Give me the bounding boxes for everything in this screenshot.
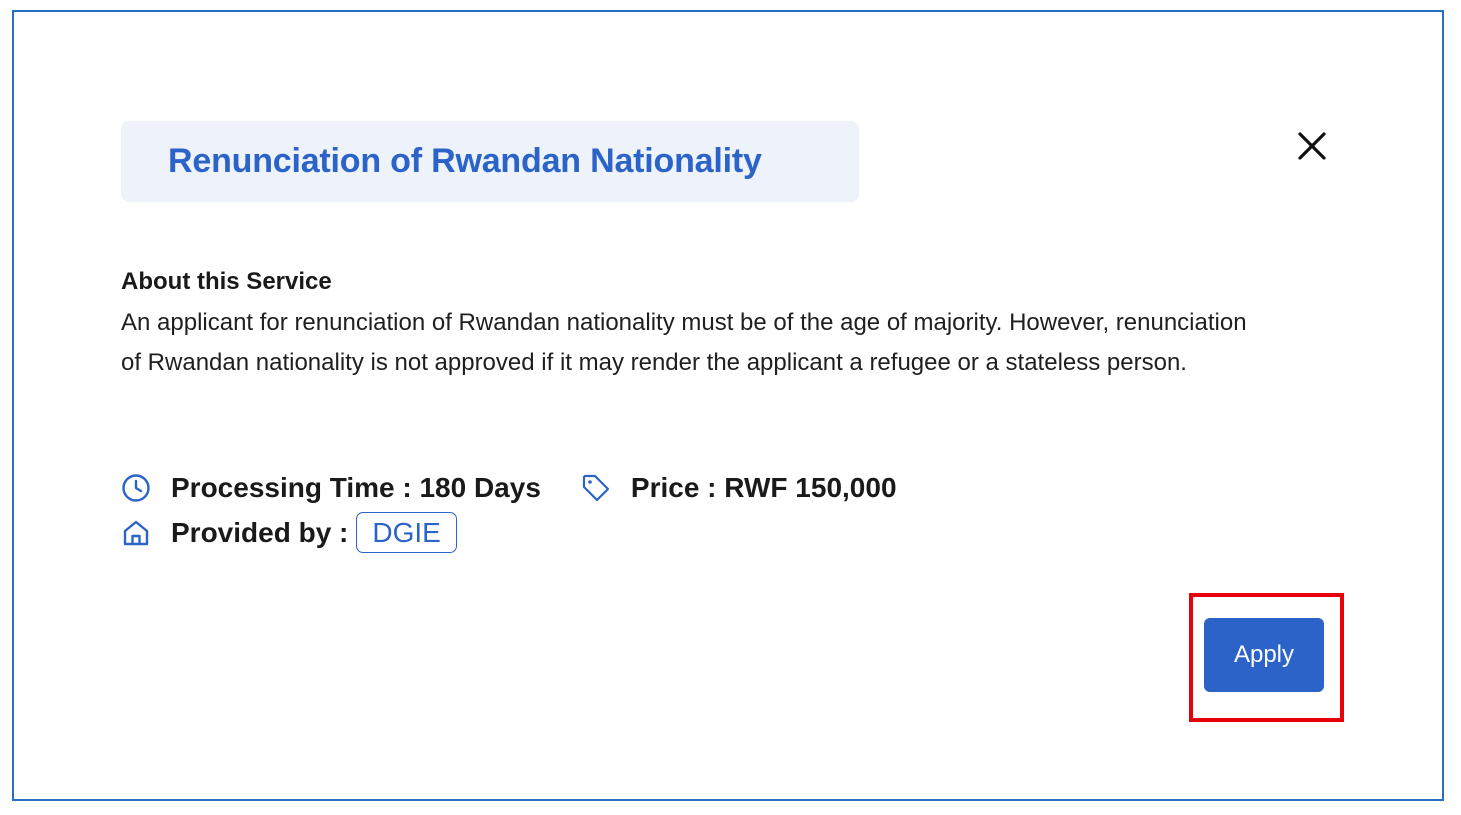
modal-title-box: Renunciation of Rwandan Nationality <box>121 121 859 202</box>
service-meta-row-2: Provided by : DGIE <box>121 511 457 554</box>
provider-badge[interactable]: DGIE <box>356 512 457 553</box>
provided-by-label: Provided by : <box>171 516 349 548</box>
price: Price : RWF 150,000 <box>630 472 897 503</box>
clock-icon <box>122 474 150 502</box>
about-description: An applicant for renunciation of Rwandan… <box>121 309 1247 376</box>
processing-time: Processing Time : 180 Days <box>171 472 541 503</box>
close-icon <box>1298 132 1326 160</box>
close-button[interactable] <box>1296 130 1328 162</box>
apply-button[interactable]: Apply <box>1204 618 1324 692</box>
tag-icon <box>582 474 610 502</box>
service-meta-row-1: Processing Time : 180 Days Price : RWF 1… <box>121 468 897 508</box>
about-heading: About this Service <box>121 268 332 295</box>
modal-title: Renunciation of Rwandan Nationality <box>168 142 762 180</box>
home-icon <box>123 520 149 545</box>
